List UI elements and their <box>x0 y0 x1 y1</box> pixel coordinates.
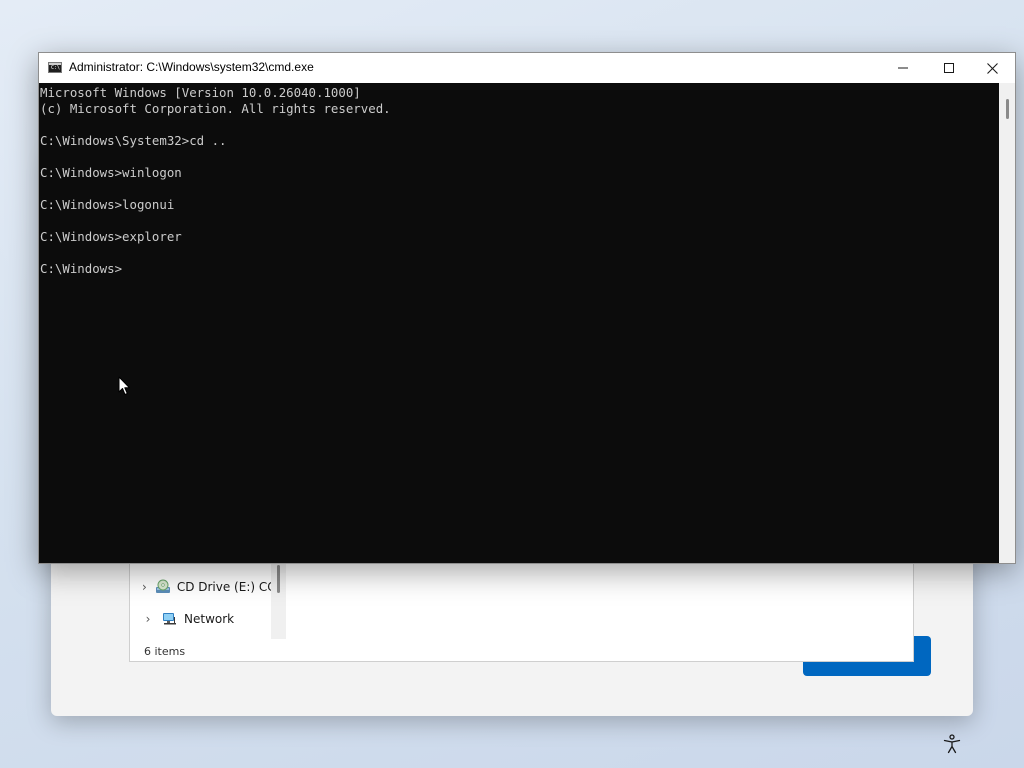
maximize-icon <box>944 63 954 73</box>
cd-drive-icon <box>155 579 171 595</box>
title-bar[interactable]: C:\ Administrator: C:\Windows\system32\c… <box>39 53 1015 83</box>
chevron-right-icon[interactable]: › <box>142 581 147 593</box>
console-line: C:\Windows>winlogon <box>40 165 182 180</box>
close-icon <box>986 62 998 74</box>
maximize-button[interactable] <box>926 53 972 83</box>
console-line: C:\Windows>logonui <box>40 197 175 212</box>
window-title: Administrator: C:\Windows\system32\cmd.e… <box>69 60 314 74</box>
cmd-app-icon: C:\ <box>48 62 62 73</box>
accessibility-icon <box>943 733 961 757</box>
console-scroll-thumb[interactable] <box>1006 99 1009 119</box>
nav-item-network[interactable]: › Network <box>130 605 271 633</box>
minimize-icon <box>898 63 908 73</box>
accessibility-button[interactable] <box>940 733 964 757</box>
nav-item-label: Network <box>184 612 235 626</box>
console-line: C:\Windows\System32>cd .. <box>40 133 227 148</box>
console-line: (c) Microsoft Corporation. All rights re… <box>40 101 391 116</box>
console-line: Microsoft Windows [Version 10.0.26040.10… <box>40 85 361 100</box>
nav-item-cd-drive[interactable]: › CD Drive (E:) CC <box>130 573 271 601</box>
console-scrollbar[interactable] <box>999 83 1015 563</box>
console-text: Microsoft Windows [Version 10.0.26040.10… <box>39 83 999 277</box>
console-output[interactable]: Microsoft Windows [Version 10.0.26040.10… <box>39 83 999 563</box>
status-bar-item-count: 6 items <box>144 645 186 658</box>
console-prompt-line: C:\Windows> <box>40 261 123 276</box>
nav-scroll-thumb[interactable] <box>277 565 280 593</box>
close-button[interactable] <box>969 53 1015 83</box>
network-icon <box>162 611 178 627</box>
cmd-app-icon-glyph: C:\ <box>51 65 61 71</box>
nav-item-label: CD Drive (E:) CC <box>176 580 271 594</box>
minimize-button[interactable] <box>880 53 926 83</box>
console-line: C:\Windows>explorer <box>40 229 182 244</box>
chevron-right-icon[interactable]: › <box>142 613 154 625</box>
mouse-pointer-icon <box>118 376 132 396</box>
cmd-window[interactable]: C:\ Administrator: C:\Windows\system32\c… <box>38 52 1016 564</box>
